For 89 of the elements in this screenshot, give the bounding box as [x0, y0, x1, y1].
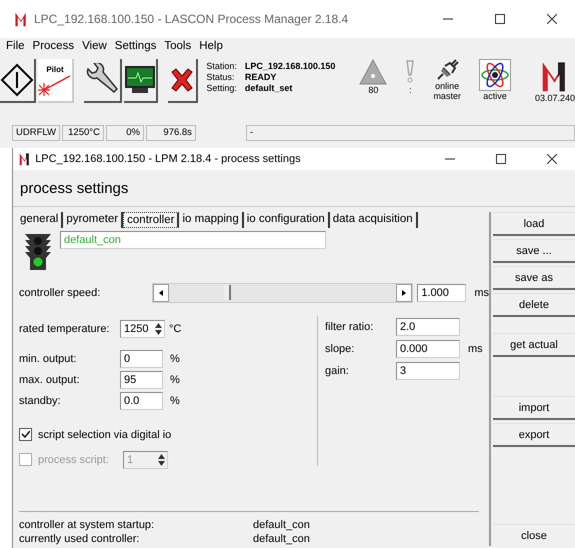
unit-label: ms — [468, 343, 483, 355]
menu-item[interactable]: Settings — [114, 40, 156, 55]
input-field[interactable]: 1.000 — [417, 284, 466, 302]
info-label: currently used controller: — [19, 532, 140, 546]
app-logo-icon — [14, 11, 28, 27]
field-label: gain: — [325, 365, 350, 377]
exclamation-icon — [405, 59, 416, 85]
toolbar-button[interactable]: Pilot — [38, 59, 74, 103]
monitor-icon — [124, 65, 156, 95]
tab[interactable]: io mapping — [179, 212, 244, 228]
field-label: rated temperature: — [19, 323, 110, 335]
slider-thumb[interactable] — [224, 285, 231, 300]
laser-burst-icon — [38, 74, 72, 96]
unit-label: % — [170, 374, 180, 386]
toolbar-button[interactable] — [0, 59, 36, 103]
menu-item[interactable]: Process — [32, 40, 74, 55]
toolbar-button[interactable] — [124, 59, 158, 103]
menu-item[interactable]: View — [82, 40, 107, 55]
field-label: min. output: — [19, 352, 78, 364]
checkbox-label: process script: — [38, 454, 110, 466]
dialog-heading: process settings — [13, 170, 575, 207]
input-field[interactable]: 2.0 — [396, 318, 460, 336]
field-label: controller speed: — [19, 287, 102, 299]
tab[interactable]: controller — [123, 212, 180, 228]
info-value: LPC_192.168.100.150 — [244, 61, 336, 72]
info-label: Station: — [206, 61, 237, 72]
indicator-text: 03.07.240 — [534, 93, 575, 103]
speed-slider[interactable] — [152, 283, 414, 303]
info-value: READY — [244, 72, 278, 83]
info-value: default_con — [253, 532, 311, 546]
menu-item[interactable]: Tools — [164, 40, 192, 55]
input-field[interactable]: 0 — [120, 350, 163, 368]
window-title: LPC_192.168.100.150 - LPM 2.18.4 - process settings — [35, 153, 302, 165]
close-icon[interactable] — [547, 154, 557, 164]
indicator-text: 80 — [368, 85, 378, 95]
action-button[interactable]: export — [493, 423, 575, 447]
field-label: filter ratio: — [325, 321, 374, 333]
tab[interactable]: io configuration — [244, 212, 330, 228]
field-label: standby: — [19, 394, 62, 406]
status-cell: UDRFLW — [12, 125, 60, 141]
plug-icon — [435, 59, 460, 81]
field-label: slope: — [325, 343, 356, 355]
info-value: default_set — [244, 83, 294, 94]
diamond-icon — [0, 63, 34, 97]
maximize-icon[interactable] — [496, 154, 506, 164]
status-cell: 0% — [106, 125, 144, 141]
left-arrow-icon[interactable] — [159, 290, 164, 296]
indicator-text: : — [409, 85, 412, 95]
action-button[interactable]: delete — [493, 293, 575, 317]
indicator-text: active — [483, 91, 507, 101]
spin-box[interactable]: 1250 — [120, 320, 165, 338]
input-field[interactable]: 95 — [120, 370, 163, 388]
atom-icon — [478, 59, 511, 91]
app-logo-icon — [19, 152, 30, 166]
action-button[interactable]: save ... — [493, 239, 575, 263]
unit-label: % — [170, 394, 180, 406]
close-dialog-button[interactable]: close — [493, 524, 575, 546]
status-cell: 976.8s — [146, 125, 196, 141]
action-button[interactable]: get actual — [493, 333, 575, 357]
checkbox-label: script selection via digital io — [38, 428, 172, 440]
maximize-icon[interactable] — [495, 14, 505, 24]
unit-label: % — [170, 352, 180, 364]
info-value: default_con — [253, 518, 311, 532]
menu-item[interactable]: File — [6, 40, 25, 55]
field-label: max. output: — [19, 374, 81, 386]
action-button[interactable]: import — [493, 396, 575, 420]
info-label: controller at system startup: — [19, 518, 156, 532]
window-title: LPC_192.168.100.150 - LASCON Process Manager 2.18.4 — [34, 12, 350, 26]
traffic-light-icon — [25, 231, 51, 271]
input-field[interactable]: 3 — [396, 362, 460, 380]
status-cell: - — [246, 125, 575, 141]
action-button[interactable]: save as — [493, 266, 575, 290]
checkbox[interactable] — [19, 428, 32, 441]
menu-item[interactable]: Help — [199, 40, 223, 55]
unit-label: °C — [169, 323, 182, 335]
input-field[interactable]: 0.0 — [120, 392, 163, 410]
laser-warning-icon — [359, 59, 388, 85]
action-button[interactable]: load — [493, 212, 575, 236]
indicator-text: master — [433, 91, 461, 101]
input-field[interactable]: 0.000 — [396, 340, 460, 358]
tab[interactable]: data acquisition — [330, 212, 418, 228]
info-label: Status: — [206, 72, 236, 83]
right-arrow-icon[interactable] — [402, 290, 406, 296]
indicator-text: online — [435, 81, 460, 91]
status-cell: 1250°C — [62, 125, 104, 141]
unit-label: ms — [474, 287, 489, 299]
tab[interactable]: general — [17, 212, 64, 228]
close-icon[interactable] — [547, 14, 557, 24]
info-label: Setting: — [206, 83, 237, 94]
